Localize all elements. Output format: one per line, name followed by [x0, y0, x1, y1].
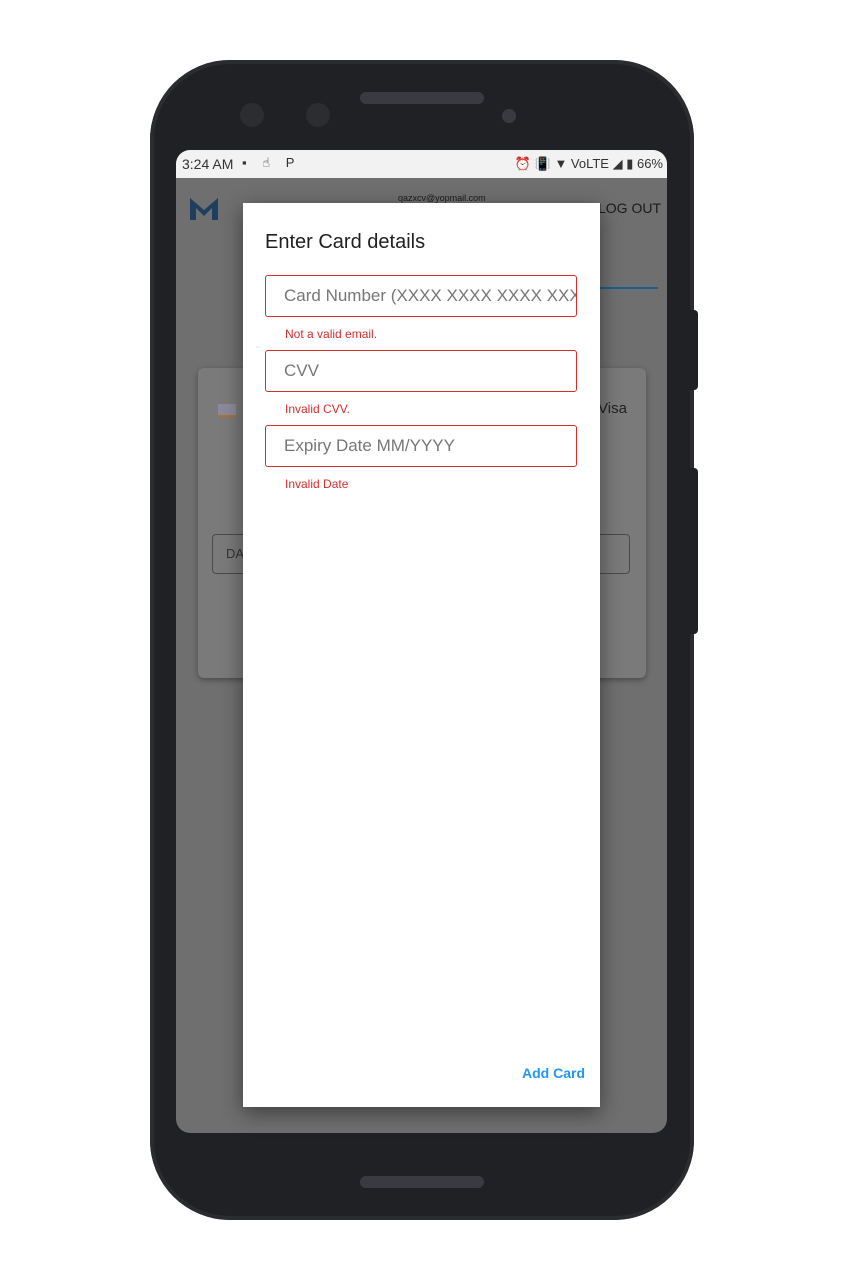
card-details-dialog: Enter Card details Not a valid email. In… [243, 203, 600, 1107]
expiry-date-error: Invalid Date [285, 477, 349, 491]
card-brand-label: Visa [598, 400, 627, 417]
add-card-button[interactable]: Add Card [522, 1065, 585, 1081]
card-number-error: Not a valid email. [285, 327, 378, 341]
cvv-field[interactable] [265, 350, 577, 392]
notification-icons: ▪ ☝ P [242, 155, 301, 170]
user-email: qazxcv@yopmail.com [398, 193, 486, 203]
background-input-text: DA [226, 546, 245, 561]
earpiece-speaker [360, 92, 484, 104]
expiry-date-field[interactable] [265, 425, 577, 467]
power-button [690, 468, 698, 634]
proximity-sensor [502, 109, 516, 123]
cvv-input[interactable] [266, 351, 576, 391]
logout-button[interactable]: LOG OUT [598, 200, 661, 216]
status-bar: 3:24 AM ▪ ☝ P ⏰ 📳 ▼ VoLTE ◢ ▮ 66% [176, 150, 667, 178]
bottom-speaker [360, 1176, 484, 1188]
camera-icon [240, 103, 264, 127]
volume-button [690, 310, 698, 390]
visa-card-icon [218, 404, 236, 417]
cvv-error: Invalid CVV. [285, 402, 350, 416]
status-right-icons: ⏰ 📳 ▼ VoLTE ◢ ▮ 66% [514, 156, 663, 171]
dialog-title: Enter Card details [265, 231, 426, 253]
card-number-input[interactable] [266, 276, 576, 316]
expiry-date-input[interactable] [266, 426, 576, 466]
tab-indicator [596, 287, 658, 289]
card-number-field[interactable] [265, 275, 577, 317]
app-logo-icon [190, 198, 218, 220]
camera-icon [306, 103, 330, 127]
status-time: 3:24 AM [182, 156, 234, 172]
